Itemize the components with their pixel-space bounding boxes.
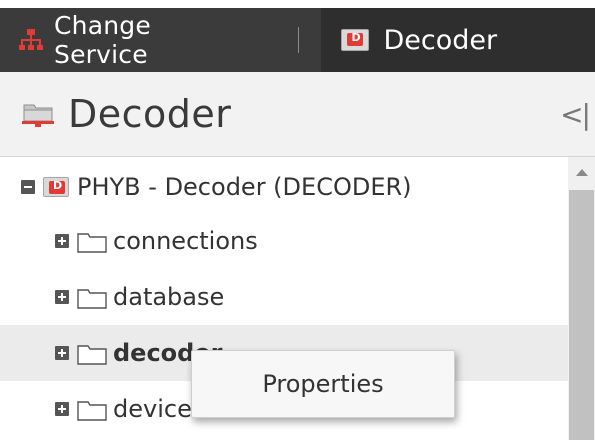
folder-icon <box>77 343 107 365</box>
top-caption-fragment <box>0 0 595 8</box>
toolbar: Change Service D Decoder <box>0 8 595 72</box>
change-service-button[interactable]: Change Service <box>0 8 252 72</box>
tree-root-label: PHYB - Decoder (DECODER) <box>77 173 412 201</box>
scroll-up-arrow-icon[interactable] <box>576 169 588 176</box>
collapse-panel-button[interactable]: <| <box>560 98 591 131</box>
tree-node-database[interactable]: database <box>0 269 568 325</box>
plus-box-icon[interactable] <box>55 234 69 248</box>
context-menu: Properties <box>191 350 455 418</box>
context-menu-item-properties[interactable]: Properties <box>192 351 454 417</box>
tree-root-node[interactable]: D PHYB - Decoder (DECODER) <box>0 159 568 215</box>
tree-node-label: connections <box>113 227 258 255</box>
plus-box-icon[interactable] <box>55 290 69 304</box>
scrollbar-thumb[interactable] <box>569 190 594 440</box>
network-icon <box>18 28 44 52</box>
toolbar-divider <box>297 27 300 53</box>
decoder-device-icon: D <box>341 29 370 51</box>
tree-node-label: device <box>113 395 192 423</box>
minus-box-icon[interactable] <box>21 180 35 194</box>
folder-icon <box>77 287 107 309</box>
tree-node-label: database <box>113 283 225 311</box>
tree-scrollbar[interactable] <box>568 157 595 440</box>
tree-node-connections[interactable]: connections <box>0 213 568 269</box>
folder-red-icon <box>22 101 54 127</box>
change-service-label: Change Service <box>54 11 151 69</box>
active-service-label: Decoder <box>383 24 498 56</box>
decoder-device-icon: D <box>43 177 69 197</box>
plus-box-icon[interactable] <box>55 346 69 360</box>
folder-icon <box>77 231 107 253</box>
folder-icon <box>77 399 107 421</box>
panel-title: Decoder <box>68 92 232 136</box>
panel-header: Decoder <| <box>0 72 595 157</box>
plus-box-icon[interactable] <box>55 402 69 416</box>
active-service-tab[interactable]: D Decoder <box>321 8 595 72</box>
